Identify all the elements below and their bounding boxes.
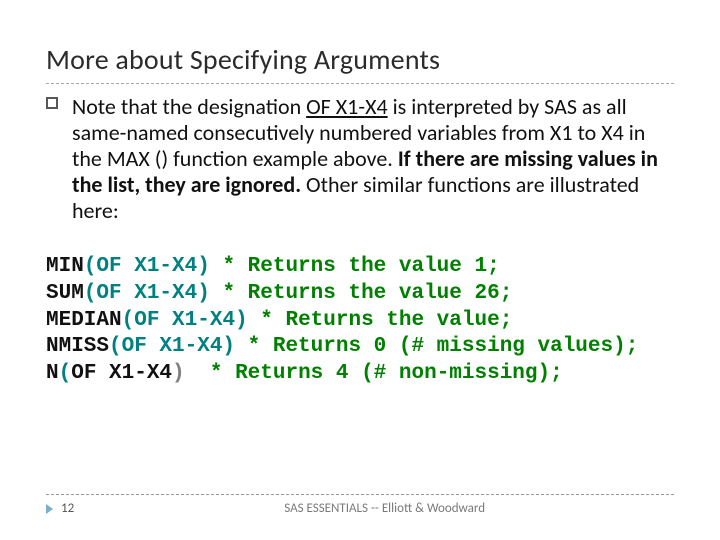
code-comment-3: * Returns the value xyxy=(248,309,500,332)
code-arg-5-close: ) xyxy=(172,362,185,385)
code-comment-1: * Returns the value 1 xyxy=(210,255,487,278)
code-semi-1: ; xyxy=(487,255,500,278)
body-frag-1: Note that the designation xyxy=(72,93,306,120)
bullet-icon xyxy=(46,97,58,109)
code-fn-median: MEDIAN xyxy=(46,309,122,332)
code-fn-sum: SUM xyxy=(46,282,84,305)
body-frag-of: OF X1-X4 xyxy=(306,93,388,120)
footer-text: SAS ESSENTIALS -- Elliott & Woodward xyxy=(284,501,485,516)
footer-divider xyxy=(46,494,674,495)
code-fn-nmiss: NMISS xyxy=(46,335,109,358)
code-line-3: MEDIAN(OF X1-X4) * Returns the value; xyxy=(46,309,512,332)
slide-title: More about Specifying Arguments xyxy=(46,42,674,77)
code-semi-5: ; xyxy=(550,362,563,385)
footer-row: 12 SAS ESSENTIALS -- Elliott & Woodward xyxy=(46,501,674,516)
slide: More about Specifying Arguments Note tha… xyxy=(0,0,720,540)
code-arg-3: (OF X1-X4) xyxy=(122,309,248,332)
code-arg-2: (OF X1-X4) xyxy=(84,282,210,305)
code-block: MIN(OF X1-X4) * Returns the value 1; SUM… xyxy=(46,254,674,388)
code-fn-n: N xyxy=(46,362,59,385)
title-divider xyxy=(46,83,674,84)
code-arg-4: (OF X1-X4) xyxy=(109,335,235,358)
code-semi-3: ; xyxy=(500,309,513,332)
code-line-4: NMISS(OF X1-X4) * Returns 0 (# missing v… xyxy=(46,335,638,358)
code-comment-4: * Returns 0 (# missing values) xyxy=(235,335,626,358)
code-line-2: SUM(OF X1-X4) * Returns the value 26; xyxy=(46,282,512,305)
code-arg-5-open: ( xyxy=(59,362,72,385)
code-comment-5: * Returns 4 (# non-missing) xyxy=(185,362,550,385)
code-line-1: MIN(OF X1-X4) * Returns the value 1; xyxy=(46,255,500,278)
page-number: 12 xyxy=(61,501,74,516)
code-fn-min: MIN xyxy=(46,255,84,278)
code-comment-2: * Returns the value 26 xyxy=(210,282,500,305)
code-arg-5-mid: OF X1-X4 xyxy=(71,362,172,385)
code-arg-1: (OF X1-X4) xyxy=(84,255,210,278)
code-line-5: N(OF X1-X4) * Returns 4 (# non-missing); xyxy=(46,362,563,385)
body-text: Note that the designation OF X1-X4 is in… xyxy=(72,93,658,224)
triangle-icon xyxy=(46,504,53,514)
body-block: Note that the designation OF X1-X4 is in… xyxy=(46,94,674,224)
code-semi-2: ; xyxy=(500,282,513,305)
footer: 12 SAS ESSENTIALS -- Elliott & Woodward xyxy=(46,486,674,516)
code-semi-4: ; xyxy=(626,335,639,358)
